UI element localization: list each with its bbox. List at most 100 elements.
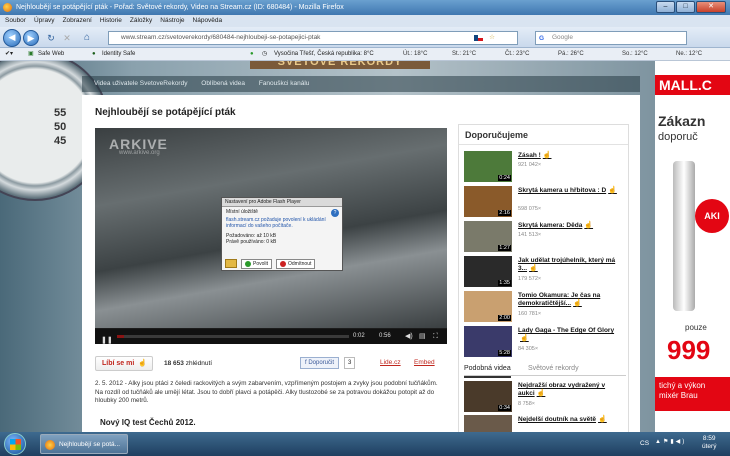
allow-button[interactable]: Povolit xyxy=(241,259,273,269)
taskbar-firefox-task[interactable]: Nejhloubějí se potá... xyxy=(40,434,128,454)
menu-upravy[interactable]: Úpravy xyxy=(34,15,55,27)
url-bar[interactable]: www.stream.cz/svetoverekordy/680484-nejh… xyxy=(108,31,518,45)
video-thumbnail[interactable]: 1:35 xyxy=(464,256,512,287)
list-item[interactable]: 2:00 Tomio Okamura: Je čas na demokratičt… xyxy=(464,291,626,325)
dialog-used: Právě používáno: 0 kB xyxy=(226,239,277,245)
tab-world-records[interactable]: Světové rekordy xyxy=(528,362,579,376)
video-views: 160 781× xyxy=(518,311,542,317)
menu-napoveda[interactable]: Nápověda xyxy=(193,15,223,27)
video-title-link[interactable]: Nejdražší obraz vydražený v aukci ☝ xyxy=(518,382,622,398)
list-item[interactable]: Nejdelší doutník na světě ☝ xyxy=(464,415,626,432)
folder-icon xyxy=(225,259,237,268)
ad-price-label: pouze xyxy=(685,323,707,332)
deny-button[interactable]: Odmítnout xyxy=(276,259,316,269)
safeweb-label[interactable]: Safe Web xyxy=(38,48,64,61)
stop-icon[interactable]: ✕ xyxy=(60,31,74,45)
list-item[interactable]: 2:16 Skrytá kamera u hřbitova : D ☝ 598 075… xyxy=(464,186,626,220)
quality-icon[interactable]: ▤ xyxy=(419,329,426,344)
maximize-button[interactable]: □ xyxy=(676,1,695,13)
language-indicator[interactable]: CS xyxy=(640,440,649,447)
thumbs-up-icon: ☝ xyxy=(608,187,617,194)
video-title-link[interactable]: Zásah ! ☝ xyxy=(518,152,622,160)
view-count: 18 653 zhlédnutí xyxy=(164,360,213,367)
volume-icon[interactable]: ◀) xyxy=(405,329,413,344)
identity-icon: ● xyxy=(92,51,96,57)
menu-soubor[interactable]: Soubor xyxy=(5,15,26,27)
bookmark-star-icon[interactable]: ☆ xyxy=(489,32,495,44)
thumbs-up-icon: ☝ xyxy=(573,300,582,307)
video-player[interactable]: ARKIVE www.arkive.org Nastavení pro Adob… xyxy=(95,128,447,344)
firefox-icon xyxy=(45,440,55,450)
video-thumbnail[interactable]: 1:27 xyxy=(464,221,512,252)
identity-safe-label[interactable]: Identity Safe xyxy=(102,48,135,61)
seek-bar[interactable] xyxy=(117,335,349,338)
video-title-link[interactable]: Skrytá kamera: Děda ☝ xyxy=(518,222,622,230)
check-icon xyxy=(245,261,251,267)
video-title-link[interactable]: Jak udělat trojúhelník, který má 3... ☝ xyxy=(518,257,622,273)
sidebar-tabs: Podobná videa Světové rekordy xyxy=(464,362,626,378)
menu-historie[interactable]: Historie xyxy=(100,15,122,27)
clock[interactable]: 8:59 úterý xyxy=(702,435,716,451)
site-logo[interactable]: SVĚTOVÉ REKORDY xyxy=(250,61,430,69)
video-thumbnail[interactable]: 0:34 xyxy=(464,381,512,412)
menu-bar: Soubor Úpravy Zobrazení Historie Záložky… xyxy=(0,15,730,27)
dialog-section: Místní úložiště xyxy=(226,209,258,215)
web-page: 55 50 45 SVĚTOVÉ REKORDY Videa uživatele… xyxy=(0,61,730,432)
tab-similar-videos[interactable]: Podobná videa xyxy=(464,362,511,378)
start-button[interactable] xyxy=(4,433,26,455)
advertisement[interactable]: MALL.C Zákazn doporuč AKI pouze 999 tich… xyxy=(655,61,730,432)
lidecz-share-link[interactable]: Lide.cz xyxy=(380,359,401,366)
back-button[interactable]: ◀ xyxy=(3,29,21,47)
menu-zobrazeni[interactable]: Zobrazení xyxy=(63,15,92,27)
video-thumbnail[interactable] xyxy=(464,415,512,432)
video-thumbnail[interactable]: 2:16 xyxy=(464,186,512,217)
video-views: 179 572× xyxy=(518,276,542,282)
taskbar: Nejhloubějí se potá... CS ▲⚑▮◀) 8:59 úter… xyxy=(0,432,730,456)
close-button[interactable]: ✕ xyxy=(696,1,726,13)
system-tray-icons[interactable]: ▲⚑▮◀) xyxy=(655,438,686,445)
status-green-icon: ● xyxy=(250,51,254,57)
list-item[interactable]: 0:34 Nejdražší obraz vydražený v aukci ☝ 8 … xyxy=(464,381,626,415)
nav-favorite-videos[interactable]: Oblíbená videa xyxy=(201,80,245,87)
fullscreen-icon[interactable]: ⛶ xyxy=(433,329,438,344)
video-title-link[interactable]: Tomio Okamura: Je čas na demokratičtější… xyxy=(518,292,622,308)
facebook-recommend-button[interactable]: f Doporučit xyxy=(300,357,340,369)
home-icon[interactable]: ⌂ xyxy=(84,31,98,45)
like-button[interactable]: Líbí se mi ☝ xyxy=(95,356,153,371)
dialog-title: Nastavení pro Adobe Flash Player xyxy=(222,198,342,207)
search-input[interactable]: G Google xyxy=(535,31,687,45)
ad-subheadline: doporuč xyxy=(658,131,698,143)
list-item[interactable]: 0:24 Zásah ! ☝ 921 042× xyxy=(464,151,626,185)
video-title-link[interactable]: Lady Gaga - The Edge Of Glory☝ xyxy=(518,327,622,343)
thumbs-up-icon: ☝ xyxy=(598,416,607,423)
pause-icon[interactable]: ❚❚ xyxy=(101,333,113,344)
embed-link[interactable]: Embed xyxy=(414,359,435,366)
forward-button[interactable]: ▶ xyxy=(23,30,39,46)
ad-headline: Zákazn xyxy=(658,113,706,129)
ad-badge: AKI xyxy=(695,199,729,233)
menu-nastroje[interactable]: Nástroje xyxy=(160,15,184,27)
weather-location[interactable]: Vysočina Třešť, Česká republika: 8°C xyxy=(274,48,374,61)
video-thumbnail[interactable]: 2:00 xyxy=(464,291,512,322)
ad-price: 999 xyxy=(667,335,711,365)
nav-user-videos[interactable]: Videa uživatele SvetoveRekordy xyxy=(94,80,187,87)
ad-logo[interactable]: MALL.C xyxy=(655,75,730,95)
flash-settings-dialog: Nastavení pro Adobe Flash Player ? Místn… xyxy=(221,197,343,271)
video-title-link[interactable]: Nejdelší doutník na světě ☝ xyxy=(518,416,622,424)
list-item[interactable]: 1:35 Jak udělat trojúhelník, který má 3..… xyxy=(464,256,626,290)
check-icon[interactable]: ✔▾ xyxy=(5,48,13,61)
help-icon[interactable]: ? xyxy=(331,209,339,217)
minimize-button[interactable]: – xyxy=(656,1,675,13)
list-item[interactable]: 1:27 Skrytá kamera: Děda ☝ 141 513× xyxy=(464,221,626,255)
video-thumbnail[interactable]: 5:28 xyxy=(464,326,512,357)
video-title-link[interactable]: Skrytá kamera u hřbitova : D ☝ xyxy=(518,187,622,195)
reload-icon[interactable]: ↻ xyxy=(44,31,58,45)
facebook-icon: f xyxy=(305,360,307,366)
nav-fans[interactable]: Fanouškci kanálu xyxy=(259,80,310,87)
thumbs-up-icon: ☝ xyxy=(520,335,529,342)
list-item[interactable]: 5:28 Lady Gaga - The Edge Of Glory☝ 84 305… xyxy=(464,326,626,360)
menu-zalozky[interactable]: Záložky xyxy=(130,15,152,27)
mixer-image xyxy=(673,161,695,311)
video-thumbnail[interactable]: 0:24 xyxy=(464,151,512,182)
section-heading[interactable]: Nový IQ test Čechů 2012. xyxy=(100,418,196,427)
